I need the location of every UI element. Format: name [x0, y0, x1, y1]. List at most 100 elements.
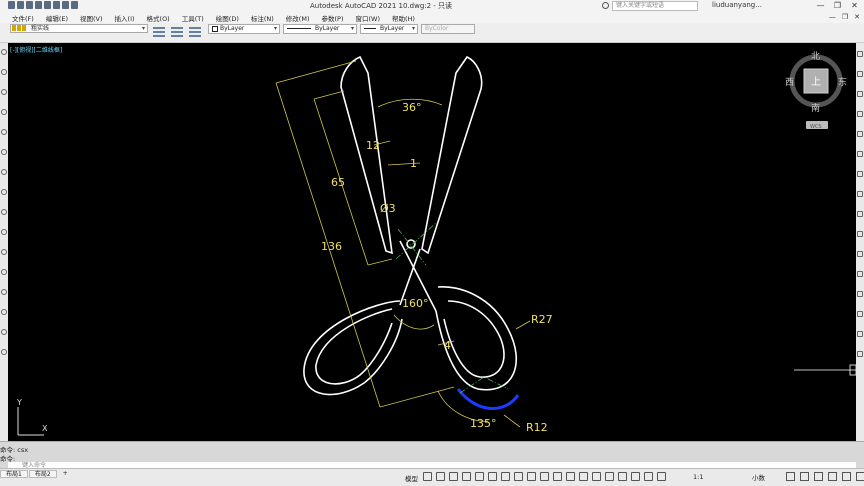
menu-tools[interactable]: 工具(T)	[182, 13, 204, 23]
save-icon[interactable]	[35, 1, 42, 9]
menu-help[interactable]: 帮助(H)	[392, 13, 415, 23]
ortho-icon[interactable]	[475, 472, 484, 481]
explode-tool-icon[interactable]	[857, 351, 863, 357]
tab-layout1[interactable]: 布局1	[0, 470, 28, 478]
point-tool-icon[interactable]	[1, 229, 7, 235]
doc-restore-button[interactable]: ❐	[842, 13, 848, 21]
spline-tool-icon[interactable]	[1, 169, 7, 175]
trim-tool-icon[interactable]	[857, 231, 863, 237]
hatch-tool-icon[interactable]	[1, 249, 7, 255]
gizmo-icon[interactable]	[618, 472, 627, 481]
viewcube[interactable]: 上 北 南 东 西 WCS	[785, 51, 847, 130]
tab-layout2[interactable]: 布局2	[28, 470, 57, 478]
offset-tool-icon[interactable]	[857, 111, 863, 117]
polygon-tool-icon[interactable]	[1, 89, 7, 95]
polar-icon[interactable]	[488, 472, 497, 481]
add-selected-tool-icon[interactable]	[1, 349, 7, 355]
color-dropdown[interactable]: ByLayer ▾	[208, 24, 280, 34]
layer-states-icon[interactable]	[170, 24, 184, 40]
block-tool-icon[interactable]	[1, 209, 7, 215]
compass-north[interactable]: 北	[811, 51, 820, 62]
user-account[interactable]: liuduanyang...	[712, 1, 762, 9]
layer-dropdown[interactable]: 粗实线 ▾	[10, 24, 148, 33]
doc-minimize-button[interactable]: —	[829, 13, 836, 21]
annotation-scale-icon[interactable]	[657, 472, 666, 481]
annotation-scale-value[interactable]: 1:1	[693, 473, 703, 481]
linetype-dropdown[interactable]: ByLayer ▾	[283, 24, 357, 34]
mtext-tool-icon[interactable]	[1, 329, 7, 335]
table-tool-icon[interactable]	[1, 309, 7, 315]
hardware-acceleration-icon[interactable]	[828, 472, 837, 481]
redo-icon[interactable]	[71, 1, 78, 9]
object-snap-icon[interactable]	[527, 472, 536, 481]
lineweight-icon[interactable]	[540, 472, 549, 481]
isodraft-icon[interactable]	[501, 472, 510, 481]
join-tool-icon[interactable]	[857, 291, 863, 297]
menu-modify[interactable]: 修改(M)	[286, 13, 310, 23]
arc-tool-icon[interactable]	[1, 129, 7, 135]
erase-tool-icon[interactable]	[857, 51, 863, 57]
save-as-icon[interactable]	[44, 1, 51, 9]
menu-format[interactable]: 格式(O)	[147, 13, 170, 23]
print-icon[interactable]	[53, 1, 60, 9]
search-input[interactable]: 键入关键字或短语	[612, 1, 698, 11]
lock-ui-icon[interactable]	[800, 472, 809, 481]
dynamic-input-icon[interactable]	[462, 472, 471, 481]
selection-cycling-icon[interactable]	[566, 472, 575, 481]
copy-tool-icon[interactable]	[857, 71, 863, 77]
layer-properties-icon[interactable]	[152, 24, 166, 40]
rotate-tool-icon[interactable]	[857, 171, 863, 177]
3d-osnap-icon[interactable]	[579, 472, 588, 481]
drawing-area[interactable]: [-][俯视][二维线框] 36° 12 1 65 Ø3 136 160° R2…	[8, 43, 856, 441]
array-tool-icon[interactable]	[857, 131, 863, 137]
menu-dimension[interactable]: 标注(N)	[251, 13, 274, 23]
isolate-objects-icon[interactable]	[814, 472, 823, 481]
object-snap-tracking-icon[interactable]	[514, 472, 523, 481]
move-tool-icon[interactable]	[857, 151, 863, 157]
maximize-button[interactable]: ❐	[829, 0, 846, 12]
menu-insert[interactable]: 插入(I)	[115, 13, 135, 23]
layer-previous-icon[interactable]	[188, 24, 202, 40]
chamfer-tool-icon[interactable]	[857, 311, 863, 317]
open-file-icon[interactable]	[26, 1, 33, 9]
menu-draw[interactable]: 绘图(D)	[216, 13, 239, 23]
gradient-tool-icon[interactable]	[1, 269, 7, 275]
clean-screen-icon[interactable]	[842, 472, 851, 481]
grid-icon[interactable]	[423, 472, 432, 481]
menu-edit[interactable]: 编辑(E)	[46, 13, 68, 23]
circle-tool-icon[interactable]	[1, 149, 7, 155]
extend-tool-icon[interactable]	[857, 251, 863, 257]
snap-icon[interactable]	[436, 472, 445, 481]
lineweight-dropdown[interactable]: ByLayer ▾	[360, 24, 418, 34]
region-tool-icon[interactable]	[1, 289, 7, 295]
polyline-tool-icon[interactable]	[1, 69, 7, 75]
menu-view[interactable]: 视图(V)	[80, 13, 103, 23]
transparency-icon[interactable]	[553, 472, 562, 481]
scale-tool-icon[interactable]	[857, 191, 863, 197]
new-file-icon[interactable]	[17, 1, 24, 9]
undo-icon[interactable]	[62, 1, 69, 9]
minimize-button[interactable]: —	[812, 0, 829, 12]
app-menu-icon[interactable]	[8, 1, 15, 9]
compass-east[interactable]: 东	[838, 76, 847, 88]
quick-properties-icon[interactable]	[786, 472, 795, 481]
compass-west[interactable]: 西	[785, 77, 794, 88]
customization-menu-icon[interactable]	[856, 472, 864, 481]
model-space-button[interactable]: 模型	[405, 473, 418, 483]
annotation-visibility-icon[interactable]	[631, 472, 640, 481]
line-tool-icon[interactable]	[1, 49, 7, 55]
close-button[interactable]: ✕	[846, 0, 863, 12]
break-tool-icon[interactable]	[857, 271, 863, 277]
ellipse-tool-icon[interactable]	[1, 189, 7, 195]
fillet-tool-icon[interactable]	[857, 331, 863, 337]
menu-file[interactable]: 文件(F)	[12, 13, 34, 23]
menu-parametric[interactable]: 参数(P)	[321, 13, 343, 23]
dynamic-ucs-icon[interactable]	[592, 472, 601, 481]
auto-scale-icon[interactable]	[644, 472, 653, 481]
add-layout-button[interactable]: +	[58, 470, 73, 478]
rectangle-tool-icon[interactable]	[1, 109, 7, 115]
infer-icon[interactable]	[449, 472, 458, 481]
stretch-tool-icon[interactable]	[857, 211, 863, 217]
doc-close-button[interactable]: ✕	[854, 13, 860, 21]
menu-window[interactable]: 窗口(W)	[355, 13, 380, 23]
